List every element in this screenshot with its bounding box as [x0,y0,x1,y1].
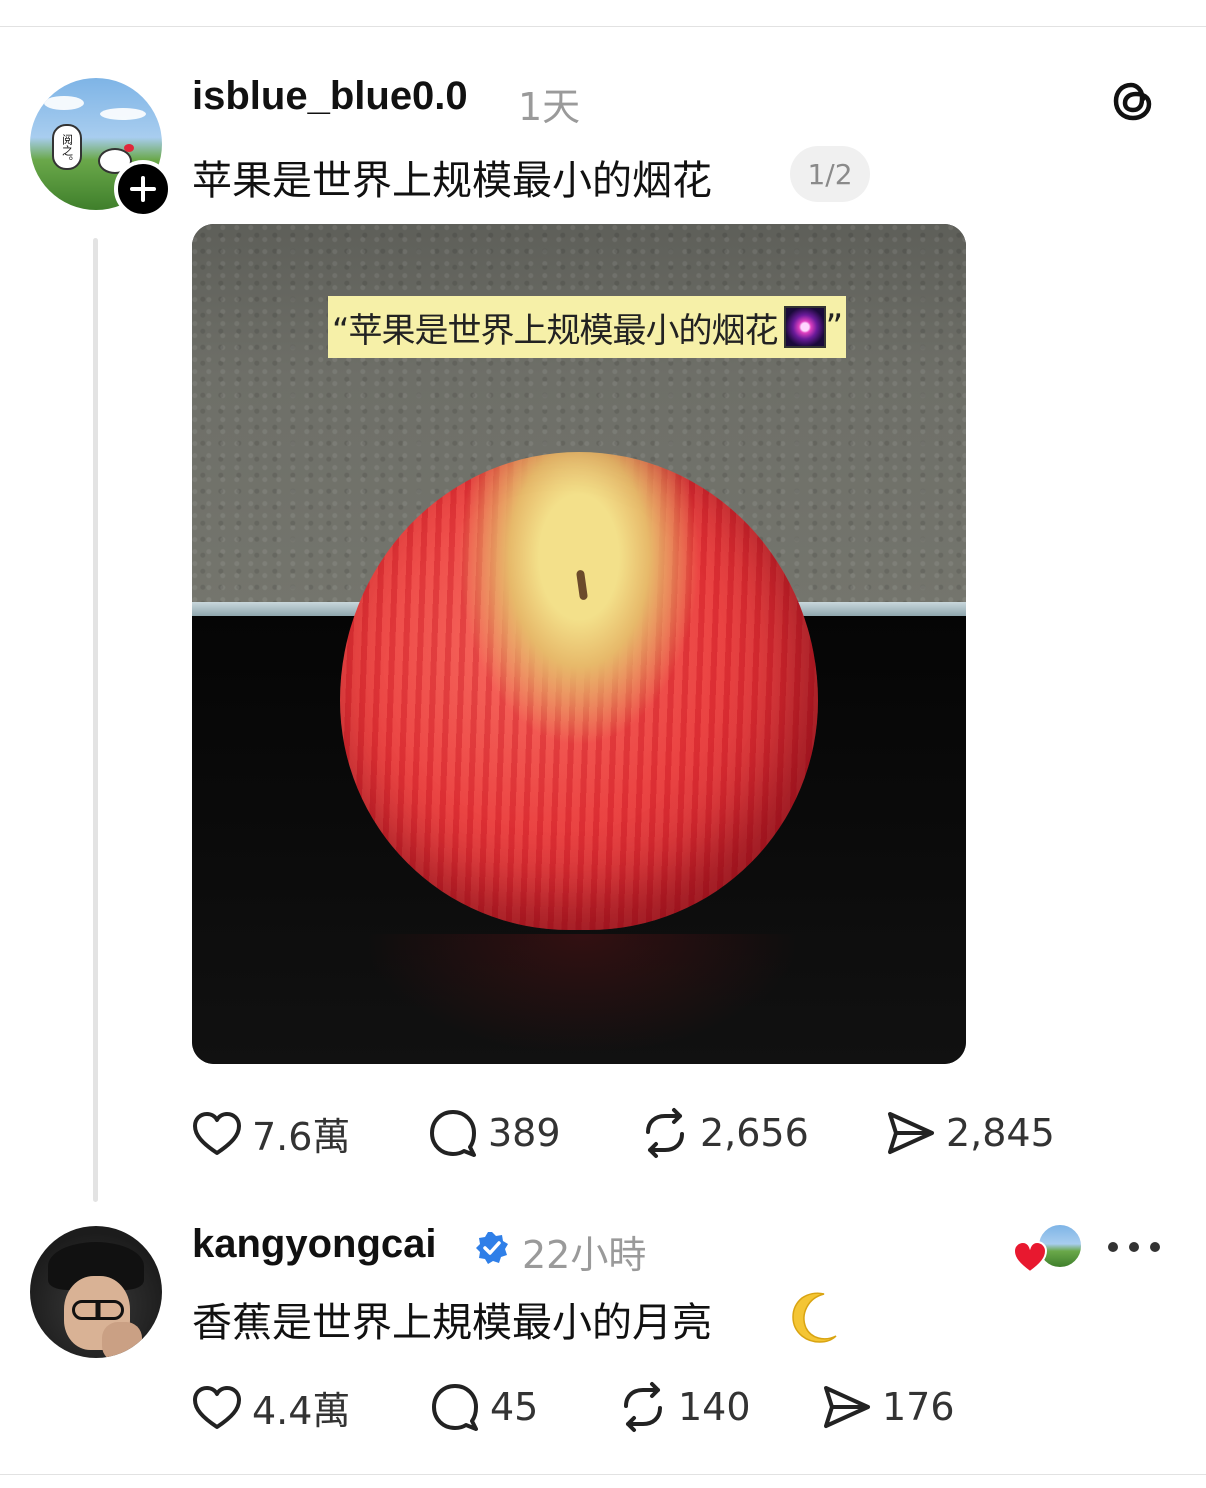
reply-button[interactable]: 389 [426,1106,561,1160]
image-caption-end: ” [825,307,844,347]
more-icon-dot [1129,1242,1139,1252]
apple-figure [340,452,818,930]
page-indicator: 1/2 [790,146,870,202]
post-text: 苹果是世界上规模最小的烟花 [192,158,712,204]
like-button[interactable]: 7.6萬 [190,1106,350,1161]
reply-text: 香蕉是世界上規模最小的月亮 [192,1300,712,1346]
reply-reply-button[interactable]: 45 [428,1380,538,1434]
verified-badge-icon [476,1232,508,1264]
reply-like-button[interactable]: 4.4萬 [190,1380,350,1435]
repost-button[interactable]: 2,656 [638,1106,809,1160]
post-timestamp: 1天 [518,85,581,129]
avatar-hand [102,1322,142,1358]
image-caption-text: “苹果是世界上规模最小的烟花 [331,310,779,351]
more-icon [1108,1242,1118,1252]
avatar-glasses [72,1300,124,1320]
heart-filled-icon [1012,1240,1048,1274]
comment-icon [430,1110,476,1157]
post-username[interactable]: isblue_blue0.0 [192,74,468,119]
avatar-speech-bubble: 阅之。 [52,124,82,170]
liked-by-avatars[interactable] [1010,1222,1086,1276]
avatar-kangyongcai[interactable] [30,1226,162,1358]
share-icon [888,1112,934,1154]
image-caption: “苹果是世界上规模最小的烟花 ” [328,296,846,358]
reply-repost-button[interactable]: 140 [616,1380,751,1434]
heart-icon [193,1111,241,1155]
reply-share-count: 176 [882,1385,955,1429]
threads-logo-icon[interactable] [1108,76,1158,126]
reply-count: 389 [488,1111,561,1155]
follow-button[interactable] [114,160,172,218]
divider [0,26,1206,27]
threads-feed: 阅之。 isblue_blue0.0 1天 苹果是世界上规模最小的烟花 1/2 … [0,0,1206,1488]
more-icon-dot [1150,1242,1160,1252]
repost-count: 2,656 [700,1111,809,1155]
reply-reply-count: 45 [490,1385,539,1429]
divider [0,1474,1206,1475]
heart-icon [193,1385,241,1429]
crescent-moon-emoji-icon [792,1292,837,1343]
apple-reflection [362,934,802,1054]
reply-like-count: 4.4萬 [252,1389,351,1433]
more-button[interactable] [1108,1232,1160,1262]
share-button[interactable]: 2,845 [884,1106,1055,1160]
repost-icon [646,1108,684,1158]
like-count: 7.6萬 [252,1115,351,1159]
apple-stem [575,569,589,601]
reply-timestamp: 22小時 [522,1233,647,1277]
repost-icon [624,1382,662,1432]
post-image-apple[interactable]: “苹果是世界上规模最小的烟花 ” [192,224,966,1064]
reply-share-button[interactable]: 176 [820,1380,955,1434]
reply-username[interactable]: kangyongcai [192,1222,437,1267]
share-icon [824,1386,870,1428]
fireworks-emoji-icon [783,306,826,348]
reply-repost-count: 140 [678,1385,751,1429]
follow-plus-icon [130,176,156,202]
thread-line [93,238,98,1202]
share-count: 2,845 [946,1111,1055,1155]
comment-icon [432,1384,478,1431]
